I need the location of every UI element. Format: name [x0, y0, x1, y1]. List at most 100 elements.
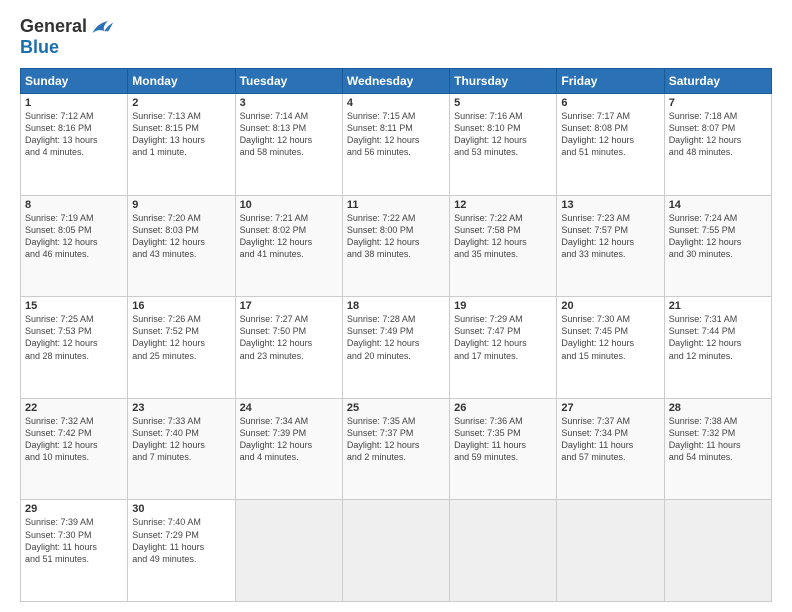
day-number: 8: [25, 199, 123, 211]
day-number: 15: [25, 300, 123, 312]
calendar-header: SundayMondayTuesdayWednesdayThursdayFrid…: [21, 69, 772, 94]
calendar-week-5: 29Sunrise: 7:39 AM Sunset: 7:30 PM Dayli…: [21, 500, 772, 602]
day-number: 19: [454, 300, 552, 312]
logo-blue-text: Blue: [20, 37, 59, 58]
day-number: 23: [132, 402, 230, 414]
calendar-cell: 10Sunrise: 7:21 AM Sunset: 8:02 PM Dayli…: [235, 195, 342, 297]
calendar-cell: 1Sunrise: 7:12 AM Sunset: 8:16 PM Daylig…: [21, 94, 128, 196]
day-number: 16: [132, 300, 230, 312]
calendar-cell: 24Sunrise: 7:34 AM Sunset: 7:39 PM Dayli…: [235, 398, 342, 500]
day-info: Sunrise: 7:40 AM Sunset: 7:29 PM Dayligh…: [132, 516, 230, 565]
calendar-cell: 9Sunrise: 7:20 AM Sunset: 8:03 PM Daylig…: [128, 195, 235, 297]
day-info: Sunrise: 7:22 AM Sunset: 8:00 PM Dayligh…: [347, 212, 445, 261]
day-info: Sunrise: 7:23 AM Sunset: 7:57 PM Dayligh…: [561, 212, 659, 261]
day-info: Sunrise: 7:39 AM Sunset: 7:30 PM Dayligh…: [25, 516, 123, 565]
day-info: Sunrise: 7:13 AM Sunset: 8:15 PM Dayligh…: [132, 110, 230, 159]
day-info: Sunrise: 7:37 AM Sunset: 7:34 PM Dayligh…: [561, 415, 659, 464]
calendar-cell: 16Sunrise: 7:26 AM Sunset: 7:52 PM Dayli…: [128, 297, 235, 399]
day-number: 20: [561, 300, 659, 312]
calendar-cell: 19Sunrise: 7:29 AM Sunset: 7:47 PM Dayli…: [450, 297, 557, 399]
day-number: 29: [25, 503, 123, 515]
day-number: 25: [347, 402, 445, 414]
calendar: SundayMondayTuesdayWednesdayThursdayFrid…: [20, 68, 772, 602]
calendar-body: 1Sunrise: 7:12 AM Sunset: 8:16 PM Daylig…: [21, 94, 772, 602]
calendar-cell: 17Sunrise: 7:27 AM Sunset: 7:50 PM Dayli…: [235, 297, 342, 399]
day-number: 28: [669, 402, 767, 414]
day-number: 1: [25, 97, 123, 109]
day-info: Sunrise: 7:28 AM Sunset: 7:49 PM Dayligh…: [347, 313, 445, 362]
day-number: 14: [669, 199, 767, 211]
day-header-tuesday: Tuesday: [235, 69, 342, 94]
day-number: 3: [240, 97, 338, 109]
calendar-cell: 20Sunrise: 7:30 AM Sunset: 7:45 PM Dayli…: [557, 297, 664, 399]
day-info: Sunrise: 7:30 AM Sunset: 7:45 PM Dayligh…: [561, 313, 659, 362]
day-info: Sunrise: 7:24 AM Sunset: 7:55 PM Dayligh…: [669, 212, 767, 261]
day-number: 17: [240, 300, 338, 312]
day-number: 26: [454, 402, 552, 414]
calendar-cell: 4Sunrise: 7:15 AM Sunset: 8:11 PM Daylig…: [342, 94, 449, 196]
calendar-week-1: 1Sunrise: 7:12 AM Sunset: 8:16 PM Daylig…: [21, 94, 772, 196]
calendar-cell: 29Sunrise: 7:39 AM Sunset: 7:30 PM Dayli…: [21, 500, 128, 602]
calendar-cell: 27Sunrise: 7:37 AM Sunset: 7:34 PM Dayli…: [557, 398, 664, 500]
day-info: Sunrise: 7:16 AM Sunset: 8:10 PM Dayligh…: [454, 110, 552, 159]
day-info: Sunrise: 7:26 AM Sunset: 7:52 PM Dayligh…: [132, 313, 230, 362]
calendar-week-2: 8Sunrise: 7:19 AM Sunset: 8:05 PM Daylig…: [21, 195, 772, 297]
day-number: 12: [454, 199, 552, 211]
day-info: Sunrise: 7:12 AM Sunset: 8:16 PM Dayligh…: [25, 110, 123, 159]
day-number: 11: [347, 199, 445, 211]
day-number: 9: [132, 199, 230, 211]
day-info: Sunrise: 7:17 AM Sunset: 8:08 PM Dayligh…: [561, 110, 659, 159]
day-info: Sunrise: 7:29 AM Sunset: 7:47 PM Dayligh…: [454, 313, 552, 362]
calendar-cell: 6Sunrise: 7:17 AM Sunset: 8:08 PM Daylig…: [557, 94, 664, 196]
day-number: 18: [347, 300, 445, 312]
calendar-cell: 8Sunrise: 7:19 AM Sunset: 8:05 PM Daylig…: [21, 195, 128, 297]
calendar-cell: [664, 500, 771, 602]
day-number: 13: [561, 199, 659, 211]
calendar-cell: [342, 500, 449, 602]
day-info: Sunrise: 7:36 AM Sunset: 7:35 PM Dayligh…: [454, 415, 552, 464]
calendar-cell: 11Sunrise: 7:22 AM Sunset: 8:00 PM Dayli…: [342, 195, 449, 297]
logo-bird-icon: [89, 17, 113, 37]
calendar-cell: 25Sunrise: 7:35 AM Sunset: 7:37 PM Dayli…: [342, 398, 449, 500]
day-info: Sunrise: 7:35 AM Sunset: 7:37 PM Dayligh…: [347, 415, 445, 464]
calendar-cell: 18Sunrise: 7:28 AM Sunset: 7:49 PM Dayli…: [342, 297, 449, 399]
day-info: Sunrise: 7:18 AM Sunset: 8:07 PM Dayligh…: [669, 110, 767, 159]
calendar-cell: 26Sunrise: 7:36 AM Sunset: 7:35 PM Dayli…: [450, 398, 557, 500]
calendar-week-3: 15Sunrise: 7:25 AM Sunset: 7:53 PM Dayli…: [21, 297, 772, 399]
day-info: Sunrise: 7:32 AM Sunset: 7:42 PM Dayligh…: [25, 415, 123, 464]
day-header-sunday: Sunday: [21, 69, 128, 94]
day-number: 10: [240, 199, 338, 211]
day-info: Sunrise: 7:19 AM Sunset: 8:05 PM Dayligh…: [25, 212, 123, 261]
calendar-cell: 14Sunrise: 7:24 AM Sunset: 7:55 PM Dayli…: [664, 195, 771, 297]
day-number: 6: [561, 97, 659, 109]
day-header-thursday: Thursday: [450, 69, 557, 94]
day-number: 27: [561, 402, 659, 414]
day-number: 7: [669, 97, 767, 109]
calendar-cell: [235, 500, 342, 602]
calendar-cell: 30Sunrise: 7:40 AM Sunset: 7:29 PM Dayli…: [128, 500, 235, 602]
day-number: 2: [132, 97, 230, 109]
day-number: 21: [669, 300, 767, 312]
day-header-saturday: Saturday: [664, 69, 771, 94]
day-info: Sunrise: 7:31 AM Sunset: 7:44 PM Dayligh…: [669, 313, 767, 362]
header: General Blue: [20, 16, 772, 58]
day-info: Sunrise: 7:15 AM Sunset: 8:11 PM Dayligh…: [347, 110, 445, 159]
calendar-cell: [450, 500, 557, 602]
day-number: 5: [454, 97, 552, 109]
day-number: 24: [240, 402, 338, 414]
calendar-cell: 15Sunrise: 7:25 AM Sunset: 7:53 PM Dayli…: [21, 297, 128, 399]
calendar-cell: 5Sunrise: 7:16 AM Sunset: 8:10 PM Daylig…: [450, 94, 557, 196]
day-info: Sunrise: 7:27 AM Sunset: 7:50 PM Dayligh…: [240, 313, 338, 362]
day-number: 30: [132, 503, 230, 515]
calendar-cell: 22Sunrise: 7:32 AM Sunset: 7:42 PM Dayli…: [21, 398, 128, 500]
day-header-monday: Monday: [128, 69, 235, 94]
logo: General Blue: [20, 16, 113, 58]
day-header-friday: Friday: [557, 69, 664, 94]
calendar-cell: 28Sunrise: 7:38 AM Sunset: 7:32 PM Dayli…: [664, 398, 771, 500]
calendar-cell: 21Sunrise: 7:31 AM Sunset: 7:44 PM Dayli…: [664, 297, 771, 399]
calendar-cell: 2Sunrise: 7:13 AM Sunset: 8:15 PM Daylig…: [128, 94, 235, 196]
day-info: Sunrise: 7:33 AM Sunset: 7:40 PM Dayligh…: [132, 415, 230, 464]
day-info: Sunrise: 7:38 AM Sunset: 7:32 PM Dayligh…: [669, 415, 767, 464]
calendar-cell: 7Sunrise: 7:18 AM Sunset: 8:07 PM Daylig…: [664, 94, 771, 196]
day-number: 22: [25, 402, 123, 414]
